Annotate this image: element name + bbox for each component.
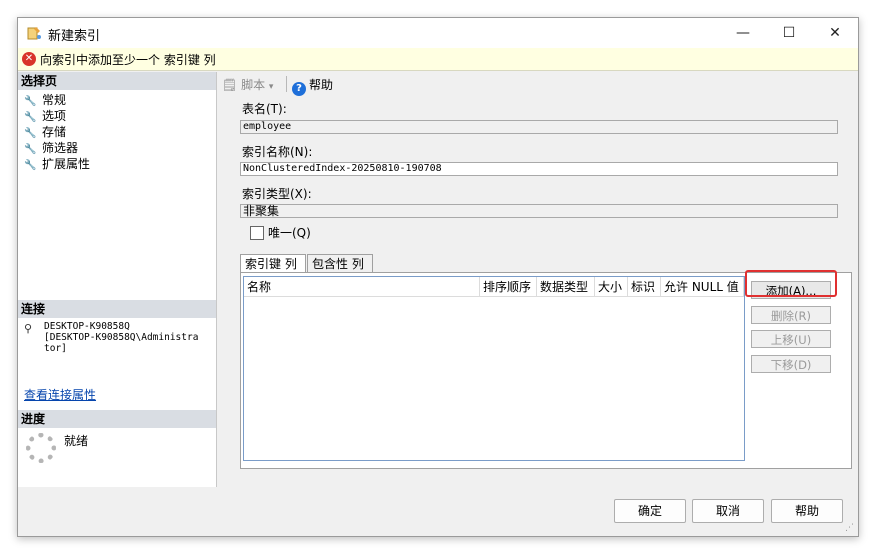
help-button[interactable]: 帮助 (771, 499, 843, 523)
left-pane: 选择页 🔧 常规 🔧 选项 🔧 存储 🔧 筛选器 🔧 扩展属性 连接 ⚲ DESKTOP-… (18, 72, 217, 487)
index-type-label: 索引类型(X): (242, 187, 312, 201)
progress-status: 就绪 (64, 434, 89, 448)
page-label: 存储 (42, 125, 67, 139)
title-bar[interactable]: 新建索引 — ☐ ✕ (18, 18, 858, 48)
page-item-filter[interactable]: 🔧 筛选器 (24, 140, 78, 156)
select-page-header: 选择页 (18, 72, 216, 90)
maximize-button[interactable]: ☐ (766, 18, 812, 48)
column-header-identity[interactable]: 标识 (628, 277, 661, 297)
column-header-allow-null[interactable]: 允许 NULL 值 (661, 277, 744, 297)
view-connection-properties-link[interactable]: 查看连接属性 (24, 386, 96, 403)
add-button-highlight (745, 270, 837, 297)
page-label: 筛选器 (42, 141, 79, 155)
help-toolbar-button[interactable]: ? 帮助 (292, 76, 333, 96)
page-item-options[interactable]: 🔧 选项 (24, 108, 66, 124)
wrench-icon: 🔧 (24, 160, 37, 171)
move-down-button[interactable]: 下移(D) (751, 355, 831, 373)
table-name-field: employee (240, 120, 838, 134)
tab-index-key-columns[interactable]: 索引键 列 (240, 254, 306, 273)
index-wizard-icon (27, 27, 41, 40)
page-label: 扩展属性 (42, 157, 91, 171)
new-index-dialog: 新建索引 — ☐ ✕ ✕ 向索引中添加至少一个 索引键 列 选择页 🔧 常规 🔧 选… (17, 17, 859, 537)
index-name-label: 索引名称(N): (242, 145, 313, 159)
script-button[interactable]: 🗒 脚本 ▾ (222, 76, 273, 93)
page-item-general[interactable]: 🔧 常规 (24, 92, 66, 108)
unique-label: 唯一(Q) (268, 226, 311, 240)
page-label: 常规 (42, 93, 67, 107)
column-header-sort-order[interactable]: 排序顺序 (480, 277, 537, 297)
page-item-storage[interactable]: 🔧 存储 (24, 124, 66, 140)
ok-button[interactable]: 确定 (614, 499, 686, 523)
toolbar-separator (286, 76, 287, 92)
script-label: 脚本 (241, 78, 266, 92)
table-name-label: 表名(T): (242, 102, 287, 116)
chevron-down-icon: ▾ (268, 82, 274, 92)
page-item-extended-properties[interactable]: 🔧 扩展属性 (24, 156, 90, 172)
script-icon: 🗒 (222, 78, 238, 92)
cancel-button[interactable]: 取消 (692, 499, 764, 523)
resize-grip-icon[interactable]: ⋰ (845, 523, 854, 533)
window-title: 新建索引 (48, 29, 101, 44)
column-header-data-type[interactable]: 数据类型 (537, 277, 595, 297)
server-connection-icon: ⚲ (24, 322, 33, 335)
help-label: 帮助 (309, 78, 334, 92)
error-icon: ✕ (22, 52, 36, 66)
columns-grid[interactable]: 名称 排序顺序 数据类型 大小 标识 允许 NULL 值 (243, 276, 745, 461)
page-label: 选项 (42, 109, 67, 123)
error-banner: ✕ 向索引中添加至少一个 索引键 列 (18, 48, 858, 71)
connection-header: 连接 (18, 300, 216, 318)
column-header-name[interactable]: 名称 (244, 277, 480, 297)
index-key-columns-panel: 名称 排序顺序 数据类型 大小 标识 允许 NULL 值 添加(A)... 删除… (240, 272, 852, 469)
index-name-input[interactable]: NonClusteredIndex-20250810-190708 (240, 162, 838, 176)
tab-included-columns[interactable]: 包含性 列 (307, 254, 373, 272)
unique-checkbox[interactable] (250, 226, 264, 240)
minimize-button[interactable]: — (720, 18, 766, 48)
help-icon: ? (292, 82, 306, 96)
connection-info: DESKTOP-K90858Q [DESKTOP-K90858Q\Adminis… (44, 321, 199, 354)
remove-column-button[interactable]: 删除(R) (751, 306, 831, 324)
index-type-field: 非聚集 (240, 204, 838, 218)
column-header-size[interactable]: 大小 (595, 277, 628, 297)
move-up-button[interactable]: 上移(U) (751, 330, 831, 348)
progress-header: 进度 (18, 410, 216, 428)
progress-spinner-icon (26, 433, 56, 463)
error-message: 向索引中添加至少一个 索引键 列 (40, 53, 216, 67)
close-button[interactable]: ✕ (812, 18, 858, 48)
